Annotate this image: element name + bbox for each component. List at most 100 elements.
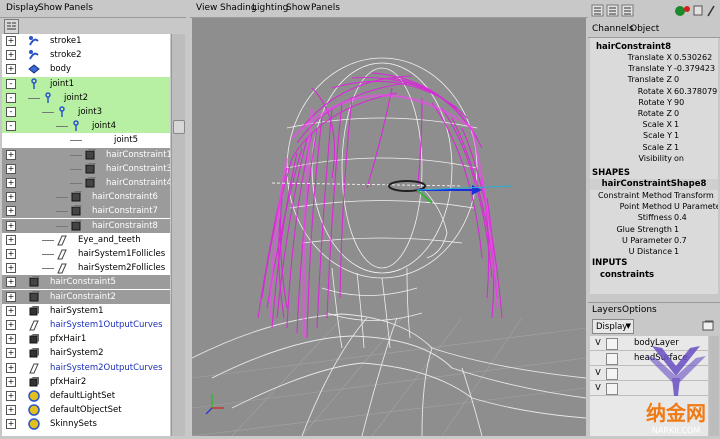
toolbar-render-icon[interactable] (675, 6, 690, 16)
transform-attribute-value[interactable]: 0 (674, 109, 718, 118)
expand-plus-icon[interactable]: + (6, 178, 16, 188)
outliner-menu-display[interactable]: Display (6, 3, 39, 13)
shape-attribute-value[interactable]: Transform (674, 191, 718, 200)
layer-type-toggle[interactable] (606, 338, 618, 350)
outliner-menu-panels[interactable]: Panels (64, 3, 93, 13)
toolbar-attribute-icon[interactable] (606, 4, 619, 17)
transform-attribute-row[interactable]: Visibility on (590, 154, 718, 165)
input-node-name[interactable]: constraints (600, 270, 654, 280)
expand-plus-icon[interactable]: + (6, 277, 16, 288)
outliner-row[interactable]: - joint3 (2, 105, 170, 119)
outliner-row[interactable]: + hairConstraint8 (2, 218, 170, 233)
shape-attribute-row[interactable]: U Parameter 0.7 (590, 236, 718, 247)
shape-attribute-row[interactable]: Glue Strength 1 (590, 225, 718, 236)
shape-attribute-row[interactable]: Stiffness 0.4 (590, 213, 718, 224)
transform-attribute-value[interactable]: 60.378079 (674, 87, 718, 96)
outliner-tree[interactable]: + stroke1 + stroke2 + body - joint1 - joint2 - join… (2, 34, 170, 436)
outliner-menu-show[interactable]: Show (38, 3, 62, 13)
expand-plus-icon[interactable]: + (6, 419, 16, 430)
expand-plus-icon[interactable]: + (6, 405, 16, 416)
shape-attribute-row[interactable]: Constraint Method Transform (590, 191, 718, 202)
outliner-row[interactable]: - joint2 (2, 90, 170, 105)
layer-type-toggle[interactable] (606, 383, 618, 395)
layer-visibility-toggle[interactable]: V (593, 368, 603, 378)
transform-attribute-row[interactable]: Scale Y1 (590, 131, 718, 142)
outliner-scrollbar[interactable] (171, 34, 185, 436)
viewport-menu-lighting[interactable]: Lighting (252, 3, 288, 13)
toolbar-lock-icon[interactable] (693, 5, 703, 16)
expand-plus-icon[interactable]: + (6, 220, 16, 231)
viewport-menu-view[interactable]: View (196, 3, 217, 13)
toolbar-list-icon[interactable] (591, 4, 604, 17)
outliner-row[interactable]: + hairSystem1OutputCurves (2, 318, 170, 332)
transform-attribute-row[interactable]: Translate X 0.530262 (590, 53, 718, 64)
expand-plus-icon[interactable]: + (6, 36, 16, 46)
expand-plus-icon[interactable]: + (6, 263, 16, 274)
layer-type-toggle[interactable] (606, 353, 618, 365)
transform-attribute-row[interactable]: Scale X1 (590, 120, 718, 131)
shape-attribute-value[interactable]: 0.7 (674, 236, 718, 245)
layers-options-menu[interactable]: Options (622, 305, 657, 315)
transform-attribute-value[interactable]: 1 (674, 143, 718, 152)
outliner-row[interactable]: + hairSystem1 (2, 304, 170, 318)
transform-attribute-value[interactable]: 1 (674, 131, 718, 140)
expand-all-icon[interactable] (4, 19, 19, 34)
collapse-minus-icon[interactable]: - (6, 121, 16, 132)
collapse-minus-icon[interactable]: - (6, 92, 16, 103)
transform-attribute-value[interactable]: 90 (674, 98, 718, 107)
collapse-minus-icon[interactable]: - (6, 107, 16, 117)
toolbar-editor-icon[interactable] (621, 4, 634, 17)
expand-plus-icon[interactable]: + (6, 348, 16, 359)
object-menu[interactable]: Object (630, 24, 659, 34)
outliner-row[interactable]: + defaultLightSet (2, 389, 170, 403)
outliner-row[interactable]: + stroke1 (2, 34, 170, 48)
expand-plus-icon[interactable]: + (6, 391, 16, 401)
layer-type-dropdown[interactable]: Display ▼ (592, 319, 634, 334)
transform-attribute-value[interactable]: 0.530262 (674, 53, 718, 62)
transform-attribute-row[interactable]: Scale Z1 (590, 143, 718, 154)
expand-plus-icon[interactable]: + (6, 249, 16, 259)
viewport-canvas[interactable] (192, 18, 586, 436)
transform-attribute-value[interactable]: on (674, 154, 718, 163)
shape-attribute-value[interactable]: 1 (674, 247, 718, 256)
outliner-row[interactable]: + hairSystem2OutputCurves (2, 361, 170, 375)
layer-visibility-toggle[interactable]: V (593, 338, 603, 348)
shape-attribute-row[interactable]: U Distance 1 (590, 247, 718, 258)
outliner-row[interactable]: + Eye_and_teeth (2, 233, 170, 247)
expand-plus-icon[interactable]: + (6, 234, 16, 245)
outliner-row[interactable]: + body (2, 62, 170, 76)
outliner-row[interactable]: + SkinnySets (2, 417, 170, 431)
expand-plus-icon[interactable]: + (6, 149, 16, 160)
outliner-scroll-thumb[interactable] (173, 120, 185, 134)
outliner-row[interactable]: + pfxHair2 (2, 375, 170, 389)
channels-menu[interactable]: Channels (592, 24, 634, 34)
shape-attribute-row[interactable]: Point MethodU Parameter (590, 202, 718, 213)
outliner-row[interactable]: - joint1 (2, 76, 170, 91)
shape-attribute-value[interactable]: 0.4 (674, 213, 718, 222)
outliner-row[interactable]: + hairSystem2Follicles (2, 261, 170, 275)
layer-visibility-toggle[interactable] (593, 353, 603, 363)
outliner-row[interactable]: + hairSystem1Follicles (2, 247, 170, 261)
expand-plus-icon[interactable]: + (6, 376, 16, 387)
transform-attribute-row[interactable]: Rotate X 60.378079 (590, 87, 718, 98)
shape-attribute-value[interactable]: 1 (674, 225, 718, 234)
outliner-row[interactable]: + pfxHair1 (2, 332, 170, 346)
layer-visibility-toggle[interactable]: V (593, 383, 603, 393)
expand-plus-icon[interactable]: + (6, 206, 16, 217)
transform-attribute-value[interactable]: -0.379423 (674, 64, 718, 73)
expand-plus-icon[interactable]: + (6, 334, 16, 345)
expand-plus-icon[interactable]: + (6, 362, 16, 373)
expand-plus-icon[interactable]: + (6, 163, 16, 174)
outliner-row[interactable]: + hairConstraint1 (2, 147, 170, 162)
transform-attribute-row[interactable]: Translate Y -0.379423 (590, 64, 718, 75)
transform-attribute-value[interactable]: 1 (674, 120, 718, 129)
viewport-menu-show[interactable]: Show (286, 3, 310, 13)
transform-attribute-value[interactable]: 0 (674, 75, 718, 84)
outliner-row[interactable]: + hairConstraint5 (2, 275, 170, 290)
expand-plus-icon[interactable]: + (6, 192, 16, 203)
outliner-row[interactable]: + hairConstraint6 (2, 190, 170, 205)
outliner-row[interactable]: + hairConstraint2 (2, 289, 170, 304)
transform-attribute-row[interactable]: Rotate Y 90 (590, 98, 718, 109)
shape-attribute-value[interactable]: U Parameter (674, 202, 718, 211)
expand-plus-icon[interactable]: + (6, 320, 16, 330)
